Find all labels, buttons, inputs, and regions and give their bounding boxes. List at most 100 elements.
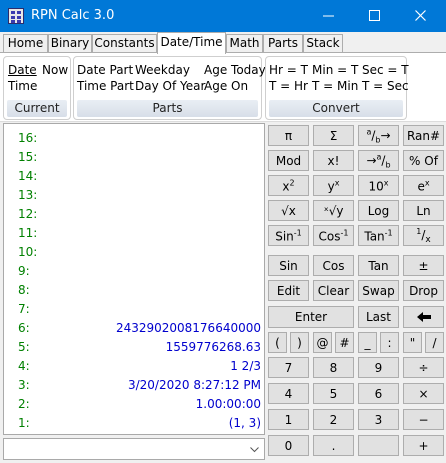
t-to-hr-button[interactable]: T = Hr — [269, 79, 308, 93]
subtract-button[interactable]: − — [403, 409, 444, 430]
stack-row[interactable]: 6: 2432902008176640000 — [4, 319, 264, 338]
close-button[interactable] — [398, 0, 444, 32]
percent-of-button[interactable]: % Of — [403, 150, 444, 171]
convert-group-caption: Convert — [269, 100, 403, 117]
digit-3-button[interactable]: 3 — [358, 409, 399, 430]
power-button[interactable]: yx — [313, 175, 354, 196]
stack-row[interactable]: 10: — [4, 243, 264, 262]
now-button[interactable]: Now — [42, 63, 68, 77]
digit-5-button[interactable]: 5 — [313, 383, 354, 404]
log-button[interactable]: Log — [358, 200, 399, 221]
digit-7-button[interactable]: 7 — [268, 357, 309, 378]
arctan-button[interactable]: Tan-1 — [358, 225, 399, 246]
enter-button[interactable]: Enter — [268, 306, 354, 328]
entry-combobox[interactable] — [3, 438, 265, 460]
exp-button[interactable]: ex — [403, 175, 444, 196]
hr-to-t-button[interactable]: Hr = T — [269, 63, 308, 77]
stack-row[interactable]: 8: — [4, 281, 264, 300]
stack-row[interactable]: 13: — [4, 186, 264, 205]
tab-date-time[interactable]: Date/Time — [157, 32, 226, 54]
stack-row[interactable]: 9: — [4, 262, 264, 281]
edit-button[interactable]: Edit — [268, 280, 309, 301]
sec-to-t-button[interactable]: Sec = T — [362, 63, 409, 77]
factorial-button[interactable]: x! — [313, 150, 354, 171]
date-button[interactable]: Date — [8, 63, 37, 77]
cos-button[interactable]: Cos — [313, 255, 354, 276]
tab-constants[interactable]: Constants — [92, 34, 157, 53]
tab-math[interactable]: Math — [226, 34, 263, 53]
stack-row[interactable]: 1: (1, 3) — [4, 414, 264, 433]
digit-2-button[interactable]: 2 — [313, 409, 354, 430]
digit-0-button[interactable]: 0 — [268, 435, 309, 456]
colon-key[interactable]: : — [380, 332, 399, 353]
clear-button[interactable]: Clear — [313, 280, 354, 301]
hash-key[interactable]: # — [335, 332, 354, 353]
stack-row[interactable]: 5: 1559776268.63 — [4, 338, 264, 357]
square-root-button[interactable]: √x — [268, 200, 309, 221]
backspace-button[interactable] — [403, 306, 444, 328]
age-on-button[interactable]: Age On — [204, 79, 248, 93]
stack-row[interactable]: 4: 1 2/3 — [4, 357, 264, 376]
arcsin-button[interactable]: Sin-1 — [268, 225, 309, 246]
tab-binary[interactable]: Binary — [48, 34, 92, 53]
weekday-button[interactable]: Weekday — [135, 63, 190, 77]
stack-row[interactable]: 3: 3/20/2020 8:27:12 PM — [4, 376, 264, 395]
t-to-min-button[interactable]: T = Min — [312, 79, 358, 93]
tan-button[interactable]: Tan — [358, 255, 399, 276]
last-button[interactable]: Last — [358, 306, 399, 328]
blank-button[interactable] — [358, 435, 399, 456]
stack-row[interactable]: 7: — [4, 300, 264, 319]
sum-button[interactable]: Σ — [313, 125, 354, 146]
drop-button[interactable]: Drop — [403, 280, 444, 301]
plus-minus-button[interactable]: ± — [403, 255, 444, 276]
to-decimal-button[interactable]: →a/b — [358, 150, 399, 171]
divide-button[interactable]: ÷ — [403, 357, 444, 378]
mod-button[interactable]: Mod — [268, 150, 309, 171]
square-button[interactable]: x2 — [268, 175, 309, 196]
digit-8-button[interactable]: 8 — [313, 357, 354, 378]
maximize-button[interactable] — [352, 0, 398, 32]
stack-row[interactable]: 15: — [4, 148, 264, 167]
stack-row[interactable]: 12: — [4, 205, 264, 224]
underscore-key[interactable]: _ — [358, 332, 377, 353]
min-to-t-button[interactable]: Min = T — [312, 63, 358, 77]
swap-button[interactable]: Swap — [358, 280, 399, 301]
date-part-button[interactable]: Date Part — [77, 63, 133, 77]
stack-row[interactable]: 14: — [4, 167, 264, 186]
arccos-button[interactable]: Cos-1 — [313, 225, 354, 246]
digit-1-button[interactable]: 1 — [268, 409, 309, 430]
left-paren-key[interactable]: ( — [268, 332, 287, 353]
t-to-sec-button[interactable]: T = Sec — [362, 79, 409, 93]
right-paren-key[interactable]: ) — [290, 332, 309, 353]
at-key[interactable]: @ — [313, 332, 332, 353]
stack-row[interactable]: 2: 1.00:00:00 — [4, 395, 264, 414]
tab-home[interactable]: Home — [3, 34, 48, 53]
chevron-down-icon[interactable] — [250, 447, 259, 453]
stack-row[interactable]: 16: — [4, 129, 264, 148]
to-fraction-button[interactable]: a/b→ — [358, 125, 399, 146]
tab-parts[interactable]: Parts — [263, 34, 303, 53]
reciprocal-button[interactable]: 1/x — [403, 225, 444, 246]
add-button[interactable]: + — [403, 435, 444, 456]
digit-6-button[interactable]: 6 — [358, 383, 399, 404]
stack-row[interactable]: 11: — [4, 224, 264, 243]
time-button[interactable]: Time — [8, 79, 37, 93]
slash-key[interactable]: / — [425, 332, 444, 353]
minimize-button[interactable] — [306, 0, 352, 32]
quote-key[interactable]: " — [403, 332, 422, 353]
time-part-button[interactable]: Time Part — [77, 79, 134, 93]
tab-stack[interactable]: Stack — [303, 34, 343, 53]
digit-4-button[interactable]: 4 — [268, 383, 309, 404]
ln-button[interactable]: Ln — [403, 200, 444, 221]
age-today-button[interactable]: Age Today — [204, 63, 266, 77]
ten-power-button[interactable]: 10x — [358, 175, 399, 196]
nth-root-button[interactable]: ˣ√y — [313, 200, 354, 221]
digit-9-button[interactable]: 9 — [358, 357, 399, 378]
decimal-point-button[interactable]: . — [313, 435, 354, 456]
sin-button[interactable]: Sin — [268, 255, 309, 276]
random-button[interactable]: Ran# — [403, 125, 444, 146]
stack-display[interactable]: 16: 15: 14: 13: 12: 11: 10: 9: 8: 7: 6: 2… — [3, 123, 265, 435]
pi-button[interactable]: π — [268, 125, 309, 146]
day-of-year-button[interactable]: Day Of Year — [135, 79, 205, 93]
multiply-button[interactable]: × — [403, 383, 444, 404]
